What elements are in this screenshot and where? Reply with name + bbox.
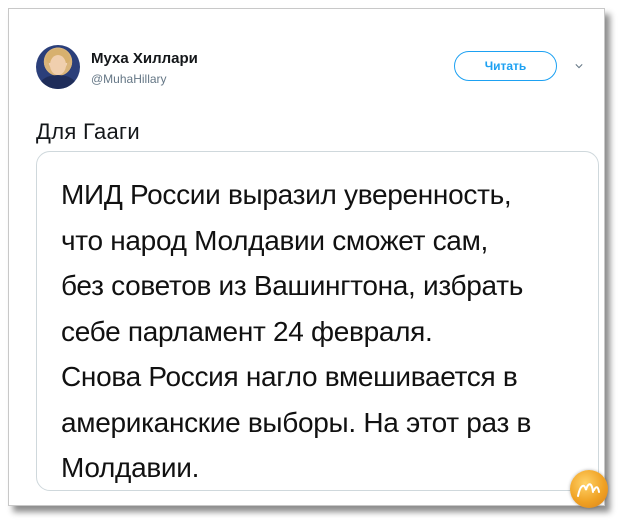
tweet-card: Муха Хиллари @MuhaHillary Читать Для Гаа… — [8, 8, 608, 508]
follow-button[interactable]: Читать — [454, 51, 557, 81]
quote-line: американские выборы. На этот раз в — [61, 406, 532, 438]
avatar-body — [40, 75, 76, 89]
chevron-down-icon[interactable] — [575, 62, 583, 70]
tweet-text: Для Гааги — [36, 119, 140, 144]
watermark-logo — [570, 470, 608, 508]
quote-line: что народ Молдавии сможет сам, — [61, 224, 488, 256]
quote-line: Молдавии. — [61, 452, 200, 483]
avatar[interactable] — [36, 45, 80, 89]
display-name[interactable]: Муха Хиллари — [91, 50, 198, 67]
user-handle[interactable]: @MuhaHillary — [91, 72, 167, 86]
watermark-mark — [577, 483, 600, 497]
avatar-face — [50, 55, 66, 75]
quoted-image-card[interactable]: МИД России выразил уверенность, что наро… — [36, 151, 599, 491]
quote-line: без советов из Вашингтона, избрать — [61, 270, 524, 301]
quote-text: МИД России выразил уверенность, что наро… — [61, 172, 571, 491]
quote-line: МИД России выразил уверенность, — [61, 179, 512, 210]
quote-line: Снова Россия нагло вмешивается в — [61, 361, 518, 392]
quote-line: себе парламент 24 февраля. — [61, 315, 433, 347]
